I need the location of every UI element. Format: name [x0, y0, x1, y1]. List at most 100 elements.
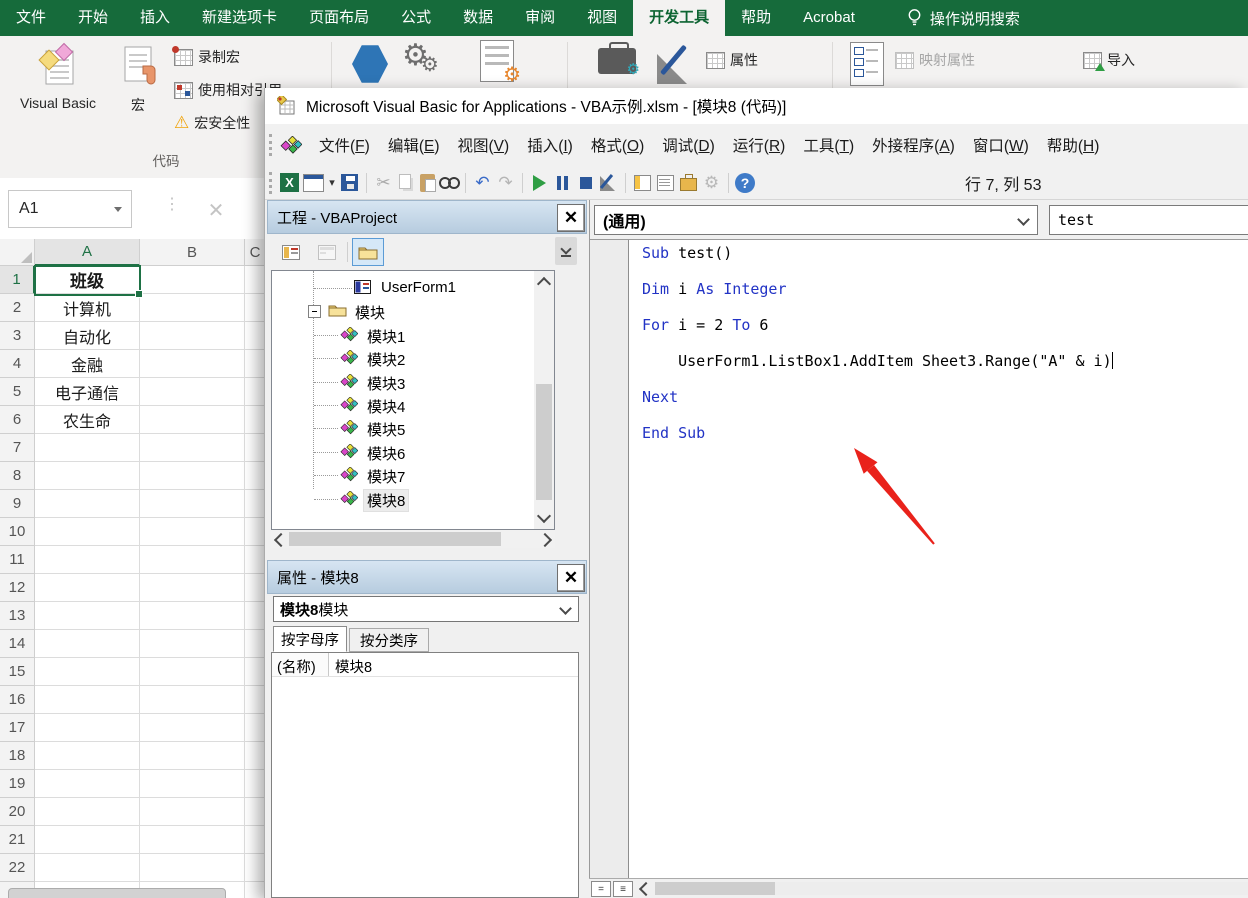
design-mode-icon[interactable] — [597, 171, 620, 194]
code-line[interactable]: For i = 2 To 6 — [642, 316, 768, 334]
design-mode-icon[interactable] — [655, 42, 697, 86]
formula-bar-grip[interactable]: ⋮ — [164, 194, 180, 214]
cell-A9[interactable] — [35, 490, 140, 518]
menu-工具[interactable]: 工具(T) — [794, 129, 863, 161]
scroll-top-button[interactable] — [555, 237, 577, 265]
ribbon-tab-视图[interactable]: 视图 — [571, 0, 633, 36]
cell-C22[interactable] — [245, 854, 266, 882]
map-properties-button[interactable]: 映射属性 — [895, 50, 975, 70]
code-hscrollbar-track[interactable] — [775, 882, 1248, 895]
addins-icon[interactable] — [352, 44, 388, 84]
ribbon-tab-页面布局[interactable]: 页面布局 — [293, 0, 385, 36]
tree-item-label[interactable]: 模块8 — [364, 490, 408, 511]
cell-A13[interactable] — [35, 602, 140, 630]
xml-source-icon[interactable] — [850, 42, 884, 86]
procedure-view-icon[interactable]: = — [591, 881, 611, 897]
project-tree-vscrollbar[interactable] — [534, 271, 554, 529]
row-header-16[interactable]: 16 — [0, 686, 35, 714]
row-header-3[interactable]: 3 — [0, 322, 35, 350]
column-header-C[interactable]: C — [245, 239, 266, 266]
cell-B9[interactable] — [140, 490, 245, 518]
sheet-scrollbar-stub[interactable] — [8, 888, 226, 898]
row-header-18[interactable]: 18 — [0, 742, 35, 770]
tree-item-模块6[interactable]: 模块6 — [272, 441, 532, 463]
menu-帮助[interactable]: 帮助(H) — [1038, 129, 1109, 161]
cell-B3[interactable] — [140, 322, 245, 350]
cell-C3[interactable] — [245, 322, 266, 350]
cell-C1[interactable] — [245, 266, 266, 294]
menu-调试[interactable]: 调试(D) — [653, 129, 724, 161]
cell-B18[interactable] — [140, 742, 245, 770]
paste-icon[interactable] — [420, 174, 435, 192]
cell-A14[interactable] — [35, 630, 140, 658]
column-header-A[interactable]: A — [35, 239, 140, 266]
cell-A15[interactable] — [35, 658, 140, 686]
ribbon-tab-开始[interactable]: 开始 — [62, 0, 124, 36]
menu-插入[interactable]: 插入(I) — [518, 129, 582, 161]
cell-C5[interactable] — [245, 378, 266, 406]
cell-B22[interactable] — [140, 854, 245, 882]
cell-C23[interactable] — [245, 882, 266, 898]
excel-addins-gears-icon[interactable]: ⚙⚙ — [402, 38, 447, 73]
cell-B11[interactable] — [140, 546, 245, 574]
row-header-19[interactable]: 19 — [0, 770, 35, 798]
row-header-20[interactable]: 20 — [0, 798, 35, 826]
cell-B17[interactable] — [140, 714, 245, 742]
tell-me-search[interactable]: 操作说明搜索 — [897, 0, 1030, 36]
object-combobox[interactable]: (通用) — [594, 205, 1038, 235]
ribbon-tab-帮助[interactable]: 帮助 — [725, 0, 787, 36]
cell-A20[interactable] — [35, 798, 140, 826]
cell-A4[interactable]: 金融 — [35, 350, 140, 378]
ribbon-tab-新建选项卡[interactable]: 新建选项卡 — [186, 0, 293, 36]
cell-B12[interactable] — [140, 574, 245, 602]
tree-item-模块2[interactable]: 模块2 — [272, 347, 532, 369]
row-header-14[interactable]: 14 — [0, 630, 35, 658]
cut-icon[interactable]: ✂ — [372, 171, 395, 194]
cell-A5[interactable]: 电子通信 — [35, 378, 140, 406]
redo-icon[interactable]: ↷ — [494, 171, 517, 194]
com-addins-icon[interactable]: ⚙ — [480, 40, 514, 82]
cell-C19[interactable] — [245, 770, 266, 798]
cell-C18[interactable] — [245, 742, 266, 770]
code-margin[interactable] — [590, 240, 629, 878]
cell-C21[interactable] — [245, 826, 266, 854]
tree-item-label[interactable]: 模块1 — [364, 326, 408, 347]
macro-security-button[interactable]: ⚠ 宏安全性 — [174, 113, 250, 133]
scroll-left-icon[interactable] — [639, 882, 653, 896]
ribbon-tab-插入[interactable]: 插入 — [124, 0, 186, 36]
cell-B8[interactable] — [140, 462, 245, 490]
sheet-grid[interactable]: ABC1班级2计算机3自动化4金融5电子通信6农生命78910111213141… — [0, 239, 266, 898]
row-header-13[interactable]: 13 — [0, 602, 35, 630]
row-header-4[interactable]: 4 — [0, 350, 35, 378]
ribbon-tab-数据[interactable]: 数据 — [447, 0, 509, 36]
tab-alphabetic[interactable]: 按字母序 — [273, 626, 347, 652]
view-code-icon[interactable] — [275, 238, 307, 266]
tree-item-模块8[interactable]: 模块8 — [272, 488, 532, 510]
visual-basic-button[interactable]: Visual Basic — [10, 42, 106, 111]
row-header-17[interactable]: 17 — [0, 714, 35, 742]
code-line[interactable]: Next — [642, 388, 678, 406]
tree-item-label[interactable]: 模块4 — [364, 396, 408, 417]
properties-grid[interactable]: (名称)模块8 — [271, 652, 579, 898]
undo-icon[interactable]: ↶ — [471, 171, 494, 194]
menu-编辑[interactable]: 编辑(E) — [379, 129, 449, 161]
dropdown-caret-icon[interactable]: ▾ — [326, 171, 338, 194]
cell-A7[interactable] — [35, 434, 140, 462]
tree-item-模块7[interactable]: 模块7 — [272, 464, 532, 486]
cell-B2[interactable] — [140, 294, 245, 322]
menu-运行[interactable]: 运行(R) — [724, 129, 795, 161]
tree-item-模块3[interactable]: 模块3 — [272, 371, 532, 393]
cell-B15[interactable] — [140, 658, 245, 686]
properties-panel-close-icon[interactable]: ✕ — [557, 564, 585, 592]
cell-B6[interactable] — [140, 406, 245, 434]
row-header-1[interactable]: 1 — [0, 266, 35, 294]
toolbar-grip[interactable] — [269, 172, 272, 194]
ribbon-tab-开发工具[interactable]: 开发工具 — [633, 0, 725, 36]
menu-窗口[interactable]: 窗口(W) — [964, 129, 1038, 161]
row-header-12[interactable]: 12 — [0, 574, 35, 602]
run-icon[interactable] — [528, 171, 551, 194]
cell-A17[interactable] — [35, 714, 140, 742]
cell-B20[interactable] — [140, 798, 245, 826]
row-header-8[interactable]: 8 — [0, 462, 35, 490]
properties-object-combobox[interactable]: 模块8 模块 — [273, 596, 579, 622]
